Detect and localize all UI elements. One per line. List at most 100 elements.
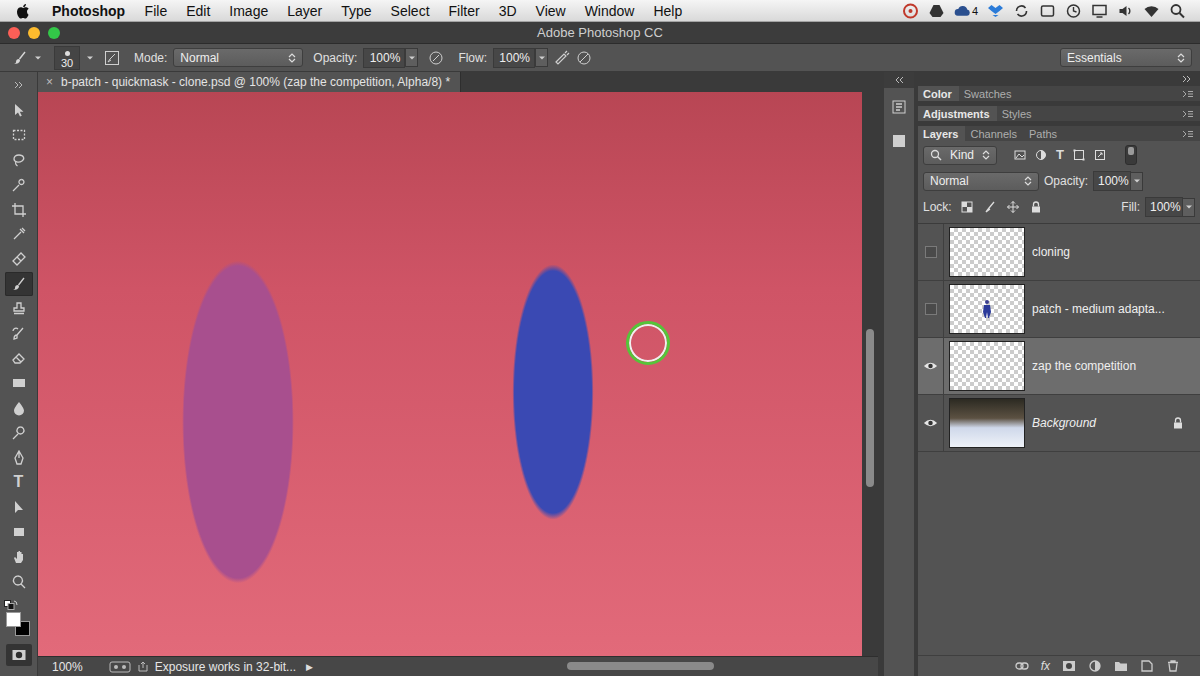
menu-item[interactable]: Edit	[177, 3, 220, 19]
panel-menu-icon[interactable]	[1182, 90, 1194, 98]
window-icon[interactable]	[1039, 3, 1056, 19]
zoom-button[interactable]	[48, 27, 60, 39]
menu-item[interactable]: Window	[575, 3, 644, 19]
panel-column-header[interactable]	[918, 72, 1200, 86]
sync-icon[interactable]	[1013, 3, 1030, 19]
panel-tab[interactable]: Color	[918, 86, 959, 101]
tools-panel-header[interactable]	[0, 72, 37, 98]
brush-size-picker[interactable]: 30	[54, 46, 80, 70]
layer-row[interactable]: patch - medium adapta...	[918, 281, 1200, 338]
lock-position-icon[interactable]	[1007, 201, 1019, 213]
mask-icon[interactable]	[1062, 660, 1076, 672]
close-button[interactable]	[8, 27, 20, 39]
display-icon[interactable]	[1091, 3, 1108, 19]
spotlight-icon[interactable]	[1169, 3, 1186, 19]
adjustment-layer-icon[interactable]	[1088, 660, 1102, 672]
tool-button[interactable]	[5, 420, 33, 445]
menu-item[interactable]: Select	[381, 3, 439, 19]
mode-dropdown[interactable]: Normal	[173, 48, 303, 67]
panel-menu-icon[interactable]	[1182, 110, 1194, 118]
smart-object-filter-icon[interactable]	[1094, 149, 1106, 161]
tool-button[interactable]	[5, 321, 33, 346]
workspace-dropdown[interactable]: Essentials	[1060, 48, 1192, 67]
properties-panel-button[interactable]	[886, 126, 912, 156]
tool-button[interactable]	[5, 247, 33, 272]
pixel-filter-icon[interactable]	[1014, 149, 1026, 161]
panel-tab[interactable]: Adjustments	[918, 106, 997, 121]
tool-button[interactable]	[5, 569, 33, 594]
panel-menu-icon[interactable]	[1182, 130, 1194, 138]
proof-icon[interactable]	[109, 661, 131, 673]
drive-icon[interactable]	[928, 3, 945, 19]
shape-filter-icon[interactable]	[1073, 149, 1085, 161]
tool-button[interactable]: T	[5, 470, 33, 495]
default-colors-icon[interactable]	[4, 600, 18, 610]
type-filter-icon[interactable]: T	[1056, 149, 1064, 161]
menu-item[interactable]: View	[526, 3, 575, 19]
menu-item[interactable]: Help	[644, 3, 692, 19]
filter-toggle[interactable]	[1125, 145, 1137, 165]
opacity-field[interactable]: 100%	[363, 48, 405, 68]
layer-name[interactable]: patch - medium adapta...	[1032, 302, 1200, 316]
visibility-toggle[interactable]	[918, 338, 944, 394]
tool-button[interactable]	[5, 272, 33, 297]
scroll-thumb[interactable]	[866, 329, 874, 487]
brush-preset-icon[interactable]	[12, 50, 28, 66]
folder-icon[interactable]	[1114, 660, 1128, 672]
blend-mode-dropdown[interactable]: Normal	[923, 172, 1039, 191]
menu-item[interactable]: Layer	[278, 3, 332, 19]
tool-button[interactable]	[5, 123, 33, 148]
pressure-opacity-icon[interactable]	[428, 50, 444, 66]
minimize-button[interactable]	[28, 27, 40, 39]
flow-field[interactable]: 100%	[493, 48, 535, 68]
volume-icon[interactable]	[1117, 3, 1134, 19]
layer-opacity-field[interactable]: 100%	[1093, 171, 1131, 191]
layer-style-button[interactable]: fx	[1041, 659, 1050, 673]
dock-header[interactable]	[884, 72, 914, 88]
scroll-thumb[interactable]	[567, 662, 715, 670]
trash-icon[interactable]	[1166, 660, 1180, 672]
clock-icon[interactable]	[1065, 3, 1082, 19]
panel-tab[interactable]: Swatches	[959, 86, 1019, 101]
caret-down-icon[interactable]	[34, 54, 42, 62]
tool-button[interactable]	[5, 296, 33, 321]
tool-button[interactable]	[5, 346, 33, 371]
menu-item[interactable]: 3D	[489, 3, 526, 19]
vertical-scrollbar[interactable]	[862, 92, 878, 656]
visibility-toggle[interactable]	[918, 395, 944, 451]
tool-button[interactable]	[5, 544, 33, 569]
quick-mask-button[interactable]	[6, 644, 32, 666]
layer-name[interactable]: Background	[1032, 416, 1172, 430]
menu-item[interactable]: File	[135, 3, 177, 19]
fill-field[interactable]: 100%	[1145, 197, 1183, 217]
document-tab[interactable]: × b-patch - quickmask - clone.psd @ 100%…	[38, 72, 461, 92]
panel-tab[interactable]: Paths	[1024, 126, 1064, 141]
flow-slider-button[interactable]	[535, 48, 548, 67]
close-tab-button[interactable]: ×	[46, 75, 53, 89]
panel-tab[interactable]: Channels	[965, 126, 1023, 141]
layer-name[interactable]: zap the competition	[1032, 359, 1200, 373]
tool-button[interactable]	[5, 371, 33, 396]
opacity-slider-button[interactable]	[1130, 172, 1143, 191]
tool-button[interactable]	[5, 197, 33, 222]
tool-button[interactable]	[5, 520, 33, 545]
app-menu[interactable]: Photoshop	[42, 3, 135, 19]
opacity-slider-button[interactable]	[405, 48, 418, 67]
layer-row[interactable]: cloning	[918, 224, 1200, 281]
menu-item[interactable]: Type	[332, 3, 381, 19]
tool-button[interactable]	[5, 396, 33, 421]
history-panel-button[interactable]	[886, 92, 912, 122]
tool-button[interactable]	[5, 98, 33, 123]
visibility-toggle[interactable]	[918, 224, 944, 280]
tool-button[interactable]	[5, 495, 33, 520]
foreground-color-swatch[interactable]	[6, 612, 21, 627]
photo-canvas[interactable]	[38, 92, 862, 656]
menu-item[interactable]: Image	[220, 3, 278, 19]
airbrush-icon[interactable]	[554, 50, 570, 66]
apple-logo-icon[interactable]	[16, 3, 32, 19]
lock-all-icon[interactable]	[1030, 201, 1042, 213]
tool-button[interactable]	[5, 445, 33, 470]
new-layer-icon[interactable]	[1140, 660, 1154, 672]
fill-slider-button[interactable]	[1182, 198, 1195, 217]
link-icon[interactable]	[1015, 660, 1029, 672]
